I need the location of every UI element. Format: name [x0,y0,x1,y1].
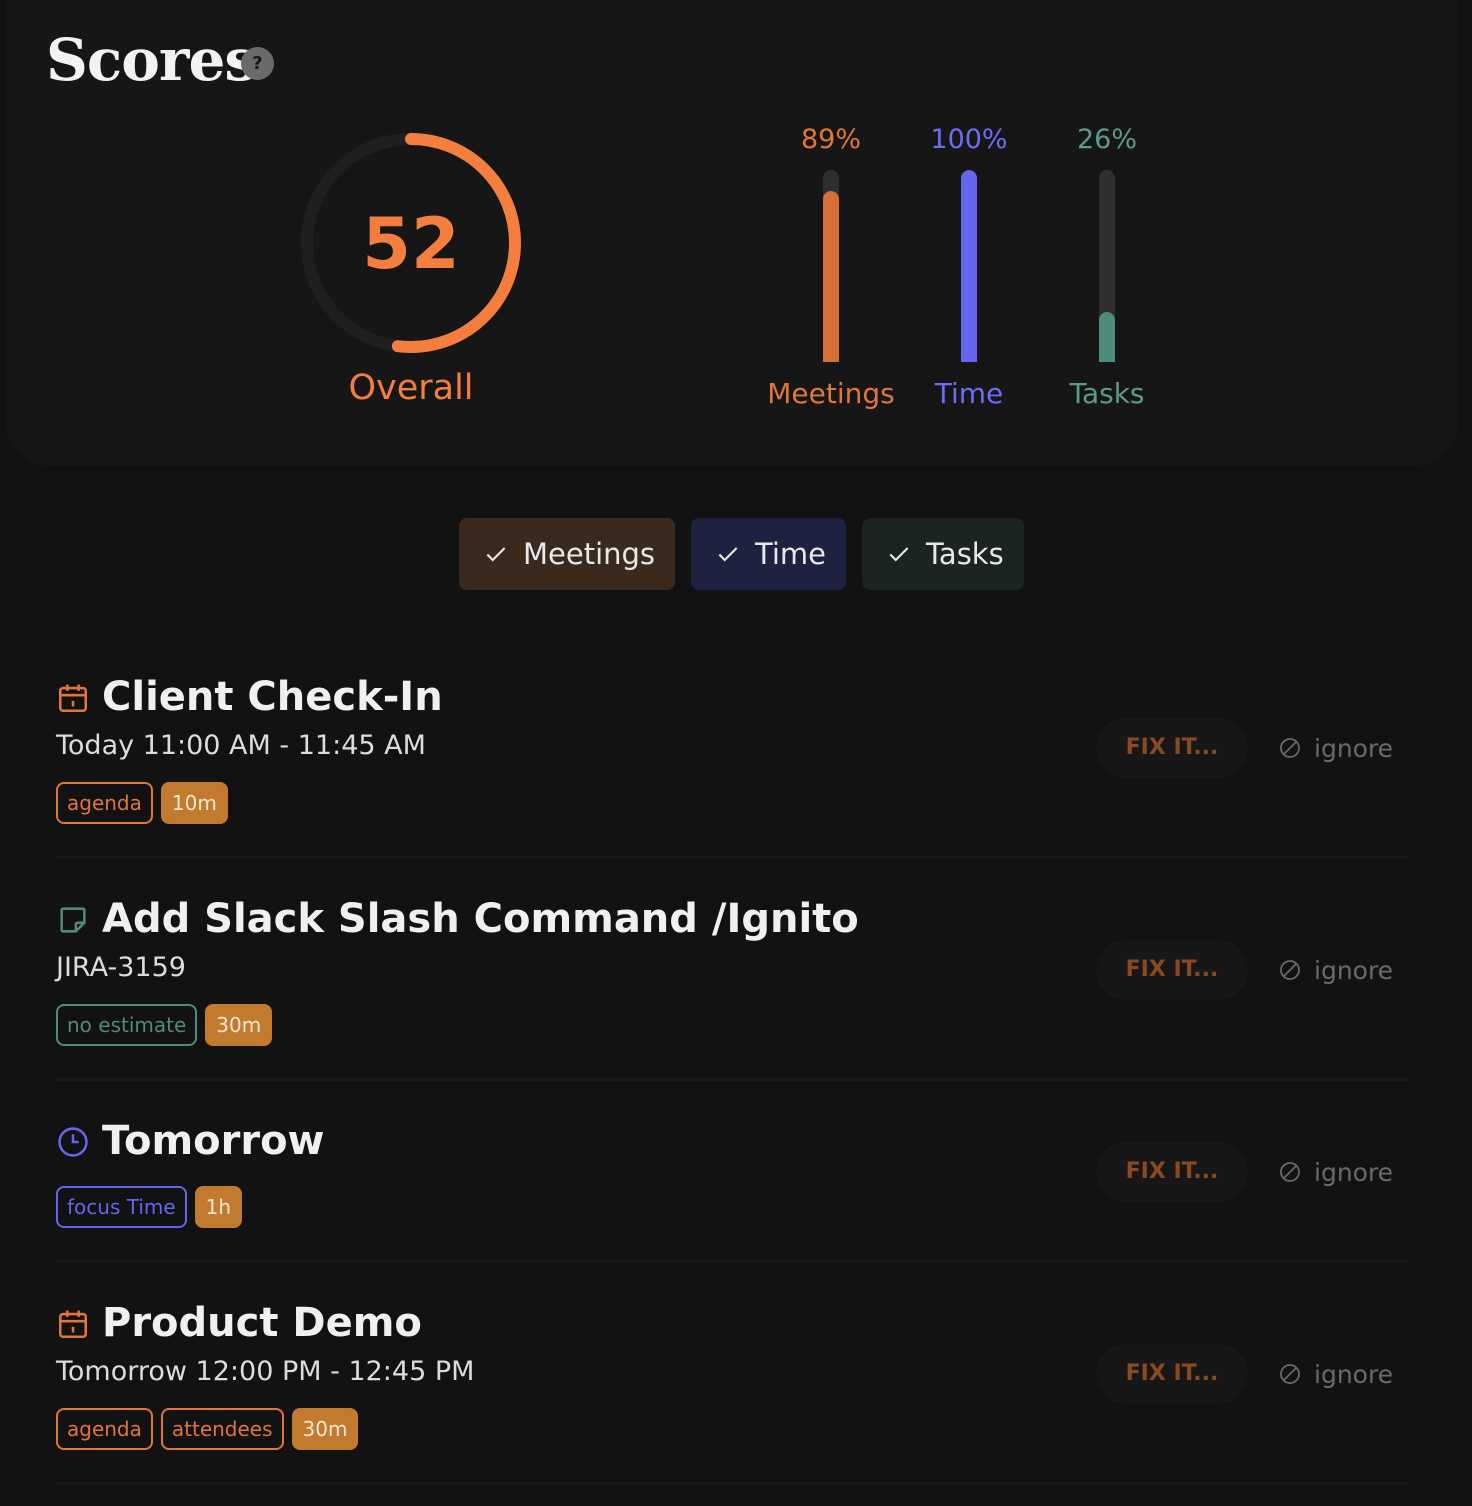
tag-list: agenda attendees 30m [56,1408,359,1450]
item-title[interactable]: Client Check-In [102,674,443,720]
time-score-percent: 100% [930,124,1008,155]
meetings-score-fill [823,191,839,362]
meetings-score-track [823,170,839,362]
time-score: 100% Time [889,120,1049,410]
ignore-button[interactable]: ignore [1278,1344,1393,1404]
tasks-score-label: Tasks [1069,377,1145,410]
clock-icon [58,1127,88,1157]
tag-list: no estimate 30m [56,1004,273,1046]
calendar-icon [58,1310,88,1339]
ignore-button[interactable]: ignore [1278,718,1393,778]
meetings-score-percent: 89% [800,124,861,155]
list-item: Client Check-In Today 11:00 AM - 11:45 A… [56,670,1408,840]
overall-score-value: 52 [362,203,460,285]
filter-time[interactable]: Time [691,518,847,590]
fix-it-button[interactable]: FIX IT... [1096,940,1248,1000]
filter-row: Meetings Time Tasks [459,518,1024,590]
ignore-button[interactable]: ignore [1278,1142,1393,1202]
tasks-score: 26% Tasks [1027,120,1187,410]
tasks-score-track [1099,170,1115,362]
time-score-fill [961,170,977,362]
tag-agenda: agenda [56,782,153,824]
ban-icon [1280,1364,1300,1384]
item-subtitle: Tomorrow 12:00 PM - 12:45 PM [56,1356,475,1387]
scores-card: Scores ? 52 Overall 89% Meetings 100% Ti… [6,0,1458,466]
duration-badge: 1h [194,1186,243,1228]
divider [56,1260,1408,1263]
ban-icon [1280,960,1300,980]
item-subtitle: Today 11:00 AM - 11:45 AM [56,730,426,761]
ignore-label: ignore [1314,1157,1394,1187]
tag-list: focus Time 1h [56,1186,243,1228]
fix-it-button[interactable]: FIX IT... [1096,718,1248,778]
tag-attendees: attendees [160,1408,284,1450]
ban-icon [1280,738,1300,758]
tag-agenda: agenda [56,1408,153,1450]
fix-it-button[interactable]: FIX IT... [1096,1142,1248,1202]
filter-time-label: Time [755,537,827,571]
check-icon [486,547,506,562]
filter-tasks[interactable]: Tasks [862,518,1024,590]
tag-list: agenda 10m [56,782,228,824]
item-title[interactable]: Product Demo [102,1300,422,1346]
ignore-label: ignore [1314,955,1394,985]
ignore-button[interactable]: ignore [1278,940,1393,1000]
tasks-score-percent: 26% [1076,124,1137,155]
duration-badge: 10m [160,782,228,824]
filter-tasks-label: Tasks [926,537,1004,571]
item-title[interactable]: Tomorrow [102,1118,325,1164]
check-icon [718,547,738,562]
sticky-note-icon [60,907,86,933]
item-title[interactable]: Add Slack Slash Command /Ignito [102,896,859,942]
item-subtitle: JIRA-3159 [56,952,186,983]
overall-score-label: Overall [348,368,474,408]
ban-icon [1280,1162,1300,1182]
tag-focus-time: focus Time [56,1186,187,1228]
duration-badge: 30m [291,1408,359,1450]
tasks-score-fill [1099,312,1115,362]
time-score-track [961,170,977,362]
tag-no-estimate: no estimate [56,1004,198,1046]
ignore-label: ignore [1314,1359,1394,1389]
meetings-score: 89% Meetings [751,120,911,410]
filter-meetings[interactable]: Meetings [459,518,676,590]
check-icon [889,547,909,562]
fix-it-button[interactable]: FIX IT... [1096,1344,1248,1404]
divider [56,1482,1408,1485]
list-item: Add Slack Slash Command /Ignito JIRA-315… [56,892,1408,1062]
list-item: Product Demo Tomorrow 12:00 PM - 12:45 P… [56,1296,1408,1466]
ignore-label: ignore [1314,733,1394,763]
duration-badge: 30m [205,1004,273,1046]
help-icon[interactable]: ? [241,47,274,80]
page-title: Scores [46,26,257,94]
meetings-score-label: Meetings [767,377,895,410]
divider [56,856,1408,859]
calendar-icon [58,684,88,713]
filter-meetings-label: Meetings [523,537,656,571]
divider [56,1078,1408,1081]
time-score-label: Time [934,377,1004,410]
list-item: Tomorrow focus Time 1h FIX IT... ignore [56,1114,1408,1244]
